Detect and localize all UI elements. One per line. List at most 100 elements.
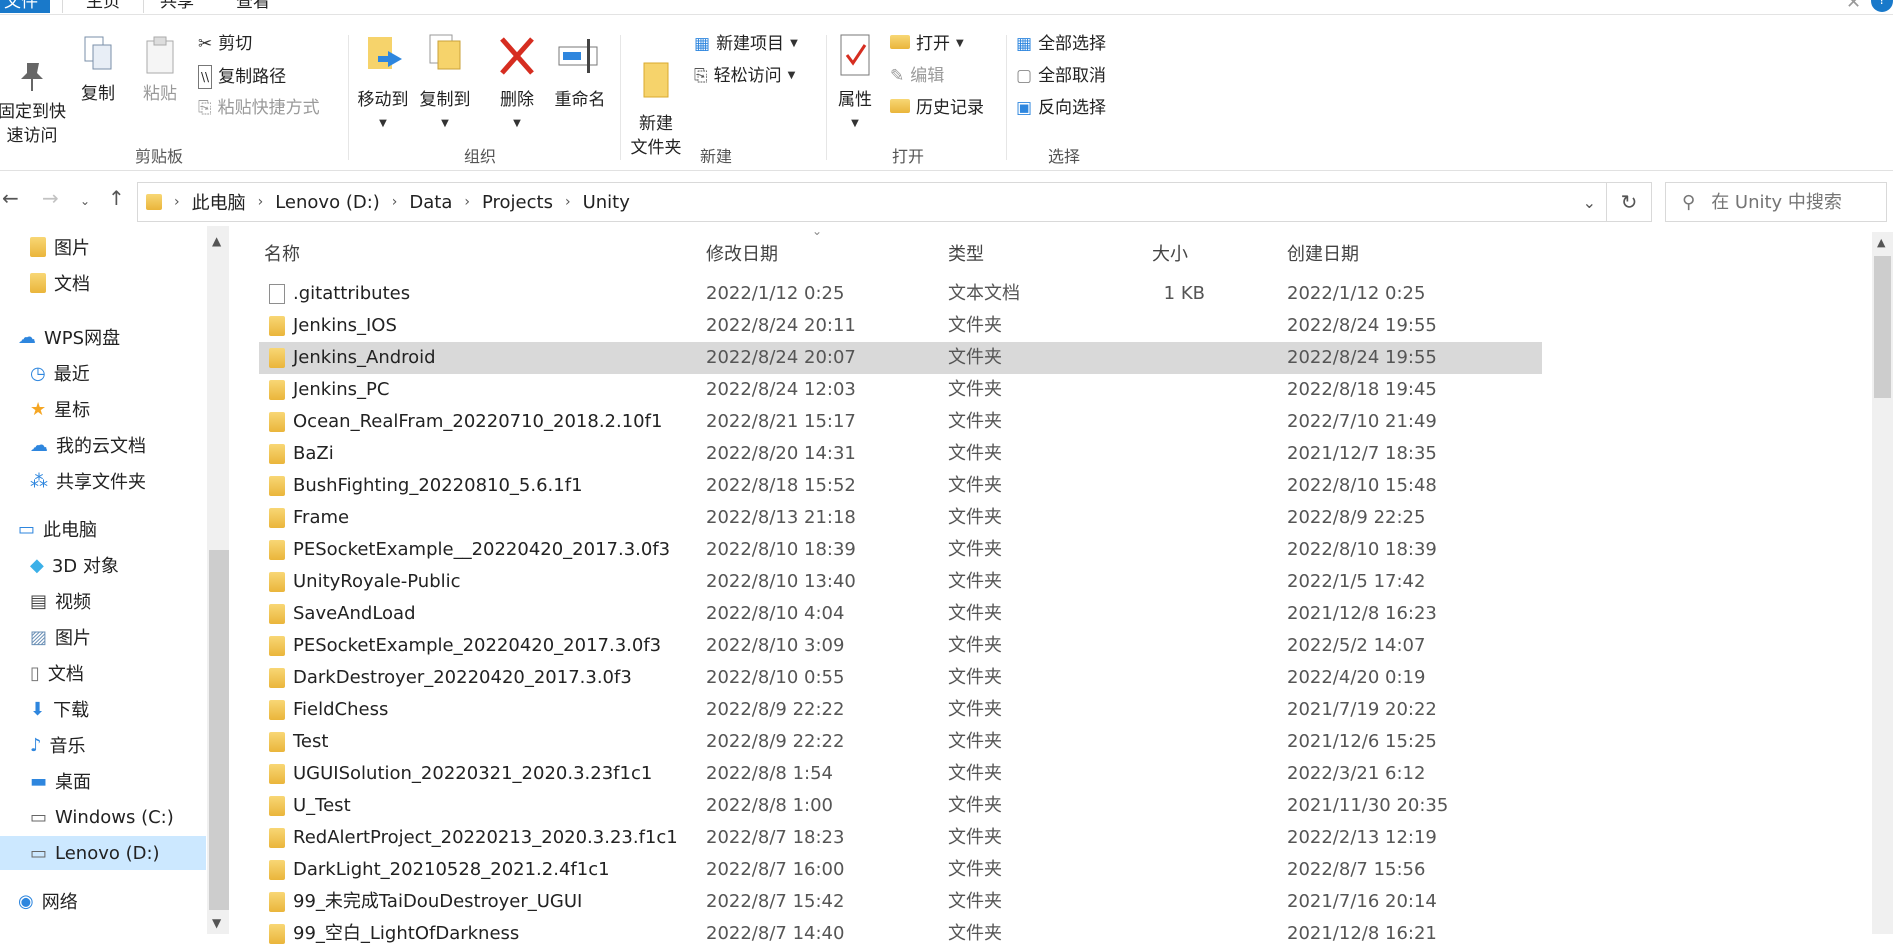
nav-item-recent[interactable]: ◷ 最近 [0, 356, 206, 390]
new-folder-icon [643, 62, 669, 98]
nav-item-wps-drive[interactable]: ☁ WPS网盘 [0, 320, 206, 354]
nav-item-network[interactable]: ◉ 网络 [0, 884, 206, 918]
nav-item-desktop[interactable]: ▬ 桌面 [0, 764, 206, 798]
easy-access-button[interactable]: ⎘ 轻松访问 ▼ [694, 65, 795, 87]
folder-icon [269, 508, 285, 528]
table-row[interactable]: BushFighting_20220810_5.6.1f1 2022/8/18 1… [259, 470, 1542, 502]
file-list-scrollbar-thumb[interactable] [1874, 256, 1891, 398]
table-row[interactable]: Frame 2022/8/13 21:18 文件夹 2022/8/9 22:25 [259, 502, 1542, 534]
chevron-down-icon[interactable]: ⌄ [1583, 193, 1596, 212]
delete-button[interactable]: 删除 ▼ [492, 33, 542, 136]
move-to-button[interactable]: 移动到 ▼ [352, 33, 414, 136]
column-header-size[interactable]: 大小 [1152, 240, 1188, 266]
breadcrumb-unity[interactable]: Unity [583, 192, 630, 213]
properties-button[interactable]: 属性 ▼ [832, 33, 878, 136]
breadcrumb-projects[interactable]: Projects [482, 192, 553, 213]
table-row[interactable]: FieldChess 2022/8/9 22:22 文件夹 2021/7/19 20:… [259, 694, 1542, 726]
recent-locations-chevron-icon[interactable]: ⌄ [80, 194, 90, 208]
scroll-down-icon[interactable]: ▼ [212, 916, 221, 930]
nav-item-starred[interactable]: ★ 星标 [0, 392, 206, 426]
new-folder-button[interactable]: 新建 文件夹 [626, 33, 686, 184]
table-row[interactable]: Ocean_RealFram_20220710_2018.2.10f1 2022/… [259, 406, 1542, 438]
column-header-modified[interactable]: 修改日期 [706, 240, 778, 266]
nav-item-documents-quick[interactable]: 文档 [0, 266, 206, 300]
edit-button[interactable]: ✎ 编辑 [890, 65, 944, 87]
breadcrumb-lenovo-d[interactable]: Lenovo (D:) [275, 192, 380, 213]
table-row[interactable]: 99_空白_LightOfDarkness 2022/8/7 14:40 文件夹 20… [259, 918, 1542, 950]
file-created: 2021/12/7 18:35 [1287, 443, 1437, 464]
nav-item-pictures-quick[interactable]: 图片 [0, 230, 206, 264]
table-row[interactable]: .gitattributes 2022/1/12 0:25 文本文档 1 KB 2022… [259, 278, 1542, 310]
table-row[interactable]: PESocketExample_20220420_2017.3.0f3 2022/… [259, 630, 1542, 662]
nav-item-documents[interactable]: ▯ 文档 [0, 656, 206, 690]
scroll-up-icon[interactable]: ▲ [212, 234, 221, 248]
column-header-created[interactable]: 创建日期 [1287, 240, 1359, 266]
nav-item-downloads[interactable]: ⬇ 下载 [0, 692, 206, 726]
breadcrumb-this-pc[interactable]: 此电脑 [192, 189, 246, 215]
up-arrow-icon[interactable]: ↑ [108, 186, 125, 210]
nav-item-videos[interactable]: ▤ 视频 [0, 584, 206, 618]
address-bar[interactable]: › 此电脑 › Lenovo (D:) › Data › Projects › … [137, 182, 1607, 222]
nav-item-shared-folder[interactable]: ⁂ 共享文件夹 [0, 464, 206, 498]
nav-item-lenovo-d[interactable]: ▭ Lenovo (D:) [0, 836, 206, 870]
group-separator [1006, 35, 1007, 160]
table-row[interactable]: RedAlertProject_20220213_2020.3.23.f1c1 2… [259, 822, 1542, 854]
tab-file[interactable]: 文件 [0, 0, 50, 13]
table-row[interactable]: Jenkins_PC 2022/8/24 12:03 文件夹 2022/8/18 19… [259, 374, 1542, 406]
forward-arrow-icon[interactable]: → [42, 186, 59, 210]
help-icon[interactable]: ? [1871, 0, 1893, 12]
nav-scrollbar-thumb[interactable] [209, 550, 229, 910]
table-row[interactable]: PESocketExample__20220420_2017.3.0f3 2022… [259, 534, 1542, 566]
table-row[interactable]: 99_未完成TaiDouDestroyer_UGUI 2022/8/7 15:42… [259, 886, 1542, 918]
sort-indicator-icon: ⌄ [812, 224, 823, 238]
new-item-button[interactable]: ▦ 新建项目 ▼ [694, 33, 798, 55]
table-row[interactable]: Test 2022/8/9 22:22 文件夹 2021/12/6 15:25 [259, 726, 1542, 758]
paste-shortcut-button[interactable]: ⎘ 粘贴快捷方式 [198, 97, 320, 119]
scroll-up-icon[interactable]: ▲ [1877, 236, 1885, 249]
history-button[interactable]: 历史记录 [890, 97, 984, 119]
pin-quick-access-button[interactable]: 固定到快 速访问 [0, 35, 68, 172]
table-row[interactable]: BaZi 2022/8/20 14:31 文件夹 2021/12/7 18:35 [259, 438, 1542, 470]
nav-item-windows-c[interactable]: ▭ Windows (C:) [0, 800, 206, 834]
rename-button[interactable]: 重命名 [550, 33, 610, 112]
select-none-icon: ▢ [1016, 66, 1033, 86]
table-row[interactable]: DarkDestroyer_20220420_2017.3.0f3 2022/8/… [259, 662, 1542, 694]
table-row[interactable]: Jenkins_IOS 2022/8/24 20:11 文件夹 2022/8/24 1… [259, 310, 1542, 342]
file-type: 文件夹 [948, 315, 1002, 336]
close-icon[interactable]: ✕ [1846, 0, 1861, 13]
column-header-type[interactable]: 类型 [948, 240, 984, 266]
select-none-button[interactable]: ▢ 全部取消 [1016, 65, 1106, 87]
easy-access-icon: ⎘ [694, 66, 708, 86]
cut-button[interactable]: ✂ 剪切 [198, 33, 252, 55]
refresh-icon[interactable]: ↻ [1606, 182, 1652, 222]
select-all-button[interactable]: ▦ 全部选择 [1016, 33, 1106, 55]
nav-item-pictures[interactable]: ▨ 图片 [0, 620, 206, 654]
copy-to-button[interactable]: 复制到 ▼ [414, 33, 476, 136]
column-header-name[interactable]: 名称 [264, 240, 300, 266]
file-name: UnityRoyale-Public [293, 571, 461, 592]
tab-view[interactable]: 查看 [236, 0, 270, 13]
table-row[interactable]: UGUISolution_20220321_2020.3.23f1c1 2022/… [259, 758, 1542, 790]
back-arrow-icon[interactable]: ← [2, 186, 19, 210]
table-row[interactable]: U_Test 2022/8/8 1:00 文件夹 2021/11/30 20:35 [259, 790, 1542, 822]
table-row[interactable]: UnityRoyale-Public 2022/8/10 13:40 文件夹 2022… [259, 566, 1542, 598]
open-button[interactable]: 打开 ▼ [890, 33, 964, 55]
invert-selection-button[interactable]: ▣ 反向选择 [1016, 97, 1106, 119]
copy-button[interactable]: 复制 [76, 35, 120, 106]
tab-share[interactable]: 共享 [160, 0, 194, 13]
nav-item-this-pc[interactable]: ▭ 此电脑 [0, 512, 206, 546]
nav-item-music[interactable]: ♪ 音乐 [0, 728, 206, 762]
table-row[interactable]: SaveAndLoad 2022/8/10 4:04 文件夹 2021/12/8 16… [259, 598, 1542, 630]
nav-item-3d-objects[interactable]: ◆ 3D 对象 [0, 548, 206, 582]
paste-button[interactable]: 粘贴 [138, 35, 182, 106]
table-row[interactable]: Jenkins_Android 2022/8/24 20:07 文件夹 2022/8/… [259, 342, 1542, 374]
dropdown-arrow-icon: ▼ [851, 118, 859, 129]
tab-home[interactable]: 主页 [62, 0, 144, 13]
file-type: 文件夹 [948, 347, 1002, 368]
table-row[interactable]: DarkLight_20210528_2021.2.4f1c1 2022/8/7 … [259, 854, 1542, 886]
search-input[interactable] [1709, 190, 1864, 214]
copy-path-button[interactable]: \\ 复制路径 [198, 65, 286, 89]
file-modified: 2022/8/13 21:18 [706, 507, 856, 528]
breadcrumb-data[interactable]: Data [409, 192, 452, 213]
nav-item-cloud-docs[interactable]: ☁ 我的云文档 [0, 428, 206, 462]
